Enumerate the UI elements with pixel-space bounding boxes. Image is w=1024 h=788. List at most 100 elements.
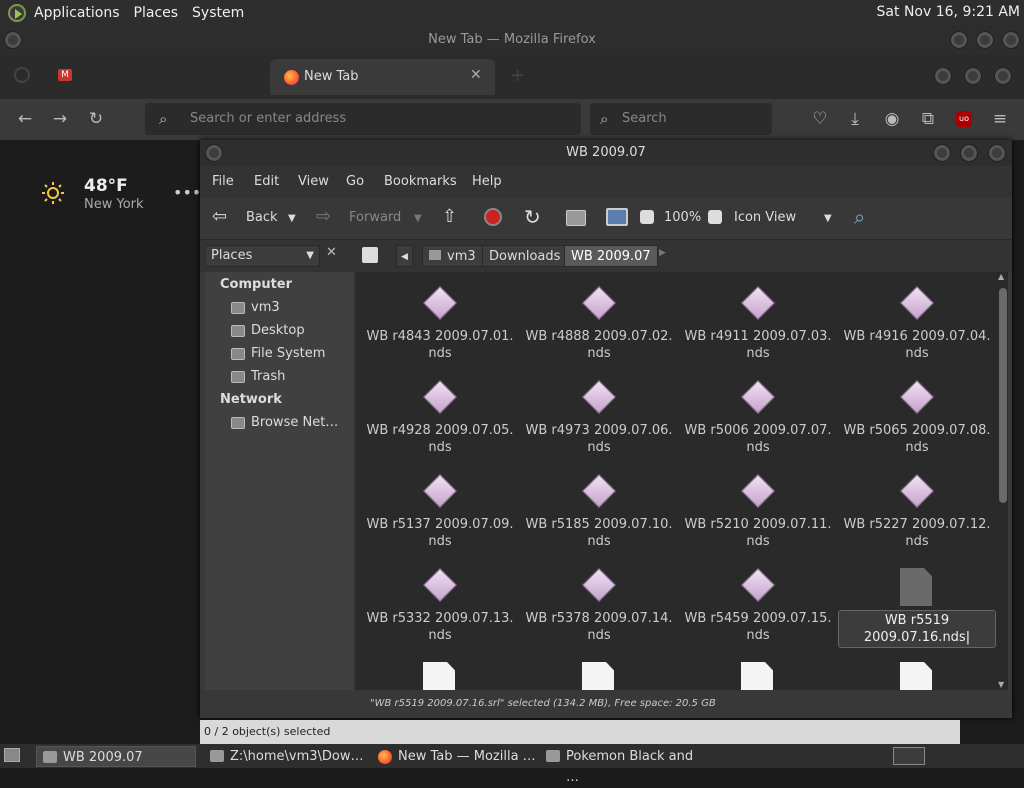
home-icon[interactable] <box>566 210 586 226</box>
back-dropdown-icon[interactable]: ▼ <box>288 213 296 224</box>
zoom-out-icon[interactable] <box>640 210 654 224</box>
breadcrumb-current[interactable]: WB 2009.07 <box>564 245 658 267</box>
places-sidebar: Computer vm3 Desktop File System Trash N… <box>205 272 353 690</box>
file-item[interactable]: WB r4928 2009.07.05. nds <box>361 378 519 456</box>
breadcrumb-left-icon[interactable]: ◀ <box>396 245 413 267</box>
document-icon <box>580 660 618 690</box>
new-tab-icon[interactable]: + <box>510 65 525 86</box>
taskbar-item-firefox[interactable]: New Tab — Mozilla … <box>372 746 536 767</box>
file-item[interactable]: WB r5006 2009.07.07. nds <box>679 378 837 456</box>
workspace-switcher[interactable] <box>893 747 925 765</box>
edit-location-icon[interactable] <box>362 247 378 263</box>
sidebar-item-trash[interactable]: Trash <box>251 369 285 384</box>
distro-logo-icon[interactable] <box>8 3 26 22</box>
up-icon[interactable]: ⇧ <box>442 206 457 227</box>
scroll-up-icon[interactable]: ▲ <box>998 272 1004 281</box>
close-sidebar-icon[interactable]: ✕ <box>326 245 337 260</box>
file-item[interactable]: WB r4843 2009.07.01. nds <box>361 284 519 362</box>
close-icon[interactable] <box>994 67 1012 85</box>
close-tab-icon[interactable]: ✕ <box>470 67 482 83</box>
sidebar-select[interactable]: Places ▼ <box>205 245 320 267</box>
taskbar-item-explorer[interactable]: Z:\home\vm3\Dow… <box>204 746 368 767</box>
breadcrumb-right-icon[interactable]: ▶ <box>659 248 666 258</box>
show-desktop-icon[interactable] <box>4 748 20 762</box>
minimize-icon[interactable] <box>933 144 951 162</box>
sidebar-item-browse-network[interactable]: Browse Net… <box>251 415 338 430</box>
menu-icon[interactable]: ≡ <box>985 99 1015 139</box>
file-item[interactable] <box>679 660 837 690</box>
ublock-icon[interactable]: uo <box>956 111 972 127</box>
breadcrumb-downloads[interactable]: Downloads <box>482 245 568 267</box>
file-item[interactable] <box>361 660 519 690</box>
firefox-icon <box>378 750 392 764</box>
menu-system[interactable]: System <box>192 5 244 21</box>
extensions-icon[interactable]: ⧉ <box>913 99 943 139</box>
file-item-renaming[interactable]: WB r5519 2009.07.16.nds| <box>838 566 996 648</box>
menu-help[interactable]: Help <box>472 174 502 189</box>
close-icon[interactable] <box>1002 31 1020 49</box>
account-icon[interactable]: ◉ <box>877 99 907 139</box>
back-button[interactable]: Back <box>246 210 278 225</box>
stop-icon[interactable] <box>484 208 502 226</box>
download-icon[interactable]: ⤓ <box>840 99 870 139</box>
pocket-icon[interactable]: ♡ <box>805 99 835 139</box>
search-icon[interactable]: ⌕ <box>854 205 865 229</box>
search-input[interactable]: ⌕ Search <box>590 103 772 135</box>
scrollbar-thumb[interactable] <box>999 288 1007 503</box>
menu-bookmarks[interactable]: Bookmarks <box>384 174 457 189</box>
file-item[interactable]: WB r5185 2009.07.10. nds <box>520 472 678 550</box>
menu-file[interactable]: File <box>212 174 234 189</box>
minimize-icon[interactable] <box>934 67 952 85</box>
reload-icon[interactable]: ↻ <box>81 99 111 139</box>
file-item[interactable]: WB r5137 2009.07.09. nds <box>361 472 519 550</box>
menu-places[interactable]: Places <box>134 5 179 21</box>
menu-applications[interactable]: Applications <box>34 5 120 21</box>
tab-new-tab[interactable]: New Tab ✕ <box>270 59 495 95</box>
file-item[interactable]: WB r4888 2009.07.02. nds <box>520 284 678 362</box>
maximize-icon[interactable] <box>964 67 982 85</box>
reload-icon[interactable]: ↻ <box>524 205 541 229</box>
menu-view[interactable]: View <box>298 174 329 189</box>
window-menu-icon[interactable] <box>205 144 223 162</box>
file-item[interactable]: WB r4916 2009.07.04. nds <box>838 284 996 362</box>
rename-input[interactable]: WB r5519 2009.07.16.nds| <box>838 610 996 648</box>
window-menu-icon[interactable] <box>4 31 22 49</box>
file-item[interactable]: WB r5227 2009.07.12. nds <box>838 472 996 550</box>
back-arrow-icon[interactable]: ← <box>10 99 40 139</box>
back-arrow-icon[interactable]: ⇦ <box>212 206 227 227</box>
file-item[interactable]: WB r5459 2009.07.15. nds <box>679 566 837 644</box>
file-item[interactable] <box>520 660 678 690</box>
maximize-icon[interactable] <box>976 31 994 49</box>
file-item[interactable]: WB r5210 2009.07.11. nds <box>679 472 837 550</box>
view-mode-dropdown-icon[interactable]: ▼ <box>824 213 832 224</box>
file-item[interactable]: WB r5378 2009.07.14. nds <box>520 566 678 644</box>
minimize-icon[interactable] <box>950 31 968 49</box>
chevron-down-icon: ▼ <box>306 250 314 261</box>
zoom-in-icon[interactable] <box>708 210 722 224</box>
scroll-down-icon[interactable]: ▼ <box>998 680 1004 689</box>
tab-gmail[interactable]: M Gmail <box>40 63 270 91</box>
file-item[interactable] <box>838 660 996 690</box>
close-icon[interactable] <box>988 144 1006 162</box>
file-item[interactable]: WB r4911 2009.07.03. nds <box>679 284 837 362</box>
file-item[interactable]: WB r5332 2009.07.13. nds <box>361 566 519 644</box>
sidebar-item-file-system[interactable]: File System <box>251 346 325 361</box>
sidebar-item-desktop[interactable]: Desktop <box>251 323 305 338</box>
weather-more-icon[interactable]: ••• <box>173 183 201 202</box>
maximize-icon[interactable] <box>960 144 978 162</box>
file-item[interactable]: WB r5065 2009.07.08. nds <box>838 378 996 456</box>
url-input[interactable]: ⌕ Search or enter address <box>145 103 581 135</box>
menu-go[interactable]: Go <box>346 174 364 189</box>
computer-icon[interactable] <box>606 208 628 226</box>
file-item[interactable]: WB r4973 2009.07.06. nds <box>520 378 678 456</box>
view-mode-select[interactable]: Icon View <box>734 210 796 225</box>
clock[interactable]: Sat Nov 16, 9:21 AM <box>877 4 1020 20</box>
breadcrumb-vm3[interactable]: vm3 <box>422 245 483 267</box>
overflow-icon[interactable] <box>14 67 30 83</box>
taskbar-item-pokemon[interactable]: Pokemon Black and … <box>540 746 710 785</box>
forward-arrow-icon[interactable]: → <box>45 99 75 139</box>
sidebar-item-vm3[interactable]: vm3 <box>251 300 280 315</box>
taskbar-item-wb[interactable]: WB 2009.07 <box>36 746 196 767</box>
menu-edit[interactable]: Edit <box>254 174 279 189</box>
icon-view[interactable]: WB r4843 2009.07.01. nds WB r4888 2009.07… <box>355 272 1008 690</box>
